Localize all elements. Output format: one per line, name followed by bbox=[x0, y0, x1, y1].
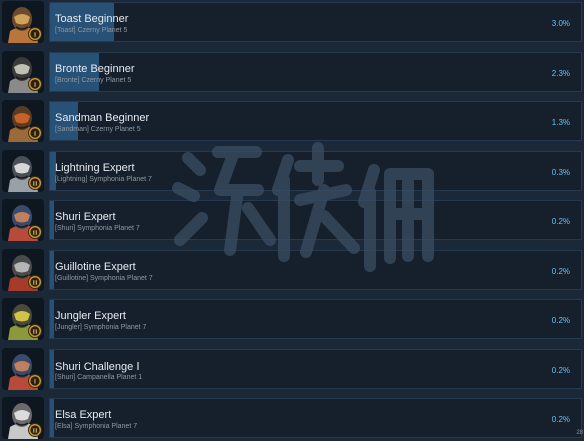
achievement-title: Bronte Beginner bbox=[55, 63, 135, 75]
achievement-row[interactable]: I Toast Beginner [Toast] Czerny Planet 5 3.… bbox=[0, 1, 584, 45]
achievement-row[interactable]: II Guillotine Expert [Guillotine] Symphoni… bbox=[0, 249, 584, 293]
unlock-percentage: 0.2% bbox=[551, 217, 570, 226]
unlock-percentage: 0.2% bbox=[551, 316, 570, 325]
achievement-description: [Guillotine] Symphonia Planet 7 bbox=[55, 275, 153, 282]
achievement-icon: I bbox=[2, 51, 44, 93]
rank-badge-label: Ⅰ bbox=[34, 378, 36, 386]
unlock-progress-bar bbox=[50, 201, 55, 239]
unlock-percentage: 0.3% bbox=[551, 168, 570, 177]
achievement-panel: Lightning Expert [Lightning] Symphonia Pl… bbox=[49, 151, 582, 191]
achievement-row[interactable]: II Shuri Expert [Shuri] Symphonia Planet 7… bbox=[0, 199, 584, 243]
unlock-progress-bar bbox=[50, 251, 55, 289]
rank-badge-icon: I bbox=[28, 27, 42, 41]
unlock-percentage: 3.0% bbox=[551, 19, 570, 28]
achievement-title: Shuri Challenge Ⅰ bbox=[55, 361, 140, 373]
achievement-icon: II bbox=[2, 150, 44, 192]
rank-badge-label: II bbox=[32, 280, 38, 287]
achievement-icon: II bbox=[2, 249, 44, 291]
achievement-row[interactable]: Ⅰ Shuri Challenge Ⅰ [Shuri] Campanella Pla… bbox=[0, 348, 584, 392]
achievement-row[interactable]: II Lightning Expert [Lightning] Symphonia … bbox=[0, 150, 584, 194]
achievement-icon: Ⅰ bbox=[2, 348, 44, 390]
achievement-description: [Bronte] Czerny Planet 5 bbox=[55, 77, 132, 84]
rank-badge-icon: II bbox=[28, 324, 42, 338]
achievement-icon: II bbox=[2, 199, 44, 241]
achievement-title: Elsa Expert bbox=[55, 409, 112, 421]
rank-badge-icon: Ⅰ bbox=[28, 374, 42, 388]
unlock-percentage: 0.2% bbox=[551, 366, 570, 375]
achievement-description: [Elsa] Symphonia Planet 7 bbox=[55, 423, 138, 430]
rank-badge-icon: II bbox=[28, 275, 42, 289]
corner-label: 28 bbox=[576, 430, 583, 436]
achievement-description: [Shuri] Symphonia Planet 7 bbox=[55, 225, 140, 232]
achievement-panel: Elsa Expert [Elsa] Symphonia Planet 7 0.2% bbox=[49, 398, 582, 438]
achievement-description: [Shuri] Campanella Planet 1 bbox=[55, 374, 143, 381]
unlock-progress-bar bbox=[50, 350, 55, 388]
achievement-title: Shuri Expert bbox=[55, 211, 116, 223]
achievement-panel: Shuri Expert [Shuri] Symphonia Planet 7 0.… bbox=[49, 200, 582, 240]
rank-badge-label: II bbox=[32, 428, 38, 435]
unlock-percentage: 1.3% bbox=[551, 118, 570, 127]
rank-badge-label: II bbox=[32, 181, 38, 188]
achievement-panel: Sandman Beginner [Sandman] Czerny Planet … bbox=[49, 101, 582, 141]
unlock-percentage: 0.2% bbox=[551, 267, 570, 276]
achievement-title: Lightning Expert bbox=[55, 162, 135, 174]
achievement-title: Toast Beginner bbox=[55, 13, 129, 25]
achievement-icon: I bbox=[2, 1, 44, 43]
rank-badge-label: II bbox=[32, 230, 38, 237]
achievement-row[interactable]: I Bronte Beginner [Bronte] Czerny Planet 5… bbox=[0, 51, 584, 95]
rank-badge-icon: I bbox=[28, 126, 42, 140]
achievement-icon: II bbox=[2, 298, 44, 340]
rank-badge-icon: II bbox=[28, 225, 42, 239]
achievement-icon: I bbox=[2, 100, 44, 142]
achievement-panel: Guillotine Expert [Guillotine] Symphonia … bbox=[49, 250, 582, 290]
achievement-panel: Jungler Expert [Jungler] Symphonia Planet… bbox=[49, 299, 582, 339]
unlock-percentage: 0.2% bbox=[551, 415, 570, 424]
rank-badge-icon: II bbox=[28, 176, 42, 190]
rank-badge-icon: I bbox=[28, 77, 42, 91]
achievement-icon: II bbox=[2, 397, 44, 439]
achievement-description: [Toast] Czerny Planet 5 bbox=[55, 27, 128, 34]
achievement-description: [Jungler] Symphonia Planet 7 bbox=[55, 324, 147, 331]
rank-badge-label: II bbox=[32, 329, 38, 336]
achievement-title: Guillotine Expert bbox=[55, 261, 136, 273]
achievement-row[interactable]: II Jungler Expert [Jungler] Symphonia Plan… bbox=[0, 298, 584, 342]
unlock-progress-bar bbox=[50, 300, 55, 338]
achievement-panel: Shuri Challenge Ⅰ [Shuri] Campanella Plan… bbox=[49, 349, 582, 389]
achievement-panel: Bronte Beginner [Bronte] Czerny Planet 5 2… bbox=[49, 52, 582, 92]
unlock-percentage: 2.3% bbox=[551, 69, 570, 78]
achievement-description: [Lightning] Symphonia Planet 7 bbox=[55, 176, 152, 183]
rank-badge-icon: II bbox=[28, 423, 42, 437]
achievement-title: Jungler Expert bbox=[55, 310, 126, 322]
achievement-description: [Sandman] Czerny Planet 5 bbox=[55, 126, 141, 133]
achievement-row[interactable]: I Sandman Beginner [Sandman] Czerny Planet… bbox=[0, 100, 584, 144]
unlock-progress-bar bbox=[50, 399, 55, 437]
achievement-title: Sandman Beginner bbox=[55, 112, 150, 124]
achievement-panel: Toast Beginner [Toast] Czerny Planet 5 3.0… bbox=[49, 2, 582, 42]
achievement-row[interactable]: II Elsa Expert [Elsa] Symphonia Planet 7 0.… bbox=[0, 397, 584, 441]
